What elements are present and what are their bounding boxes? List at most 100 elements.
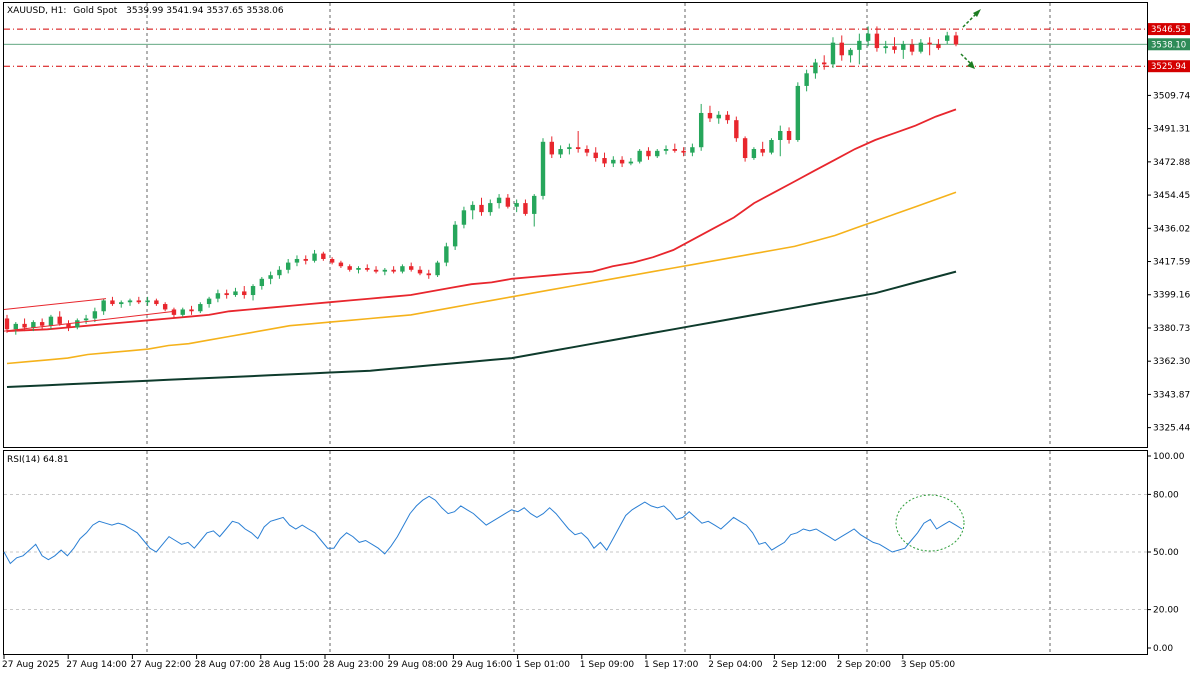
candle-body xyxy=(514,203,519,207)
x-tick-label: 28 Aug 23:00 xyxy=(323,660,384,670)
candle-body xyxy=(479,204,484,213)
candle-body xyxy=(567,147,572,150)
candle-body xyxy=(268,275,273,279)
x-tick-label: 2 Sep 04:00 xyxy=(708,660,763,670)
candle-body xyxy=(725,114,730,121)
candle-body xyxy=(4,318,10,330)
candle-body xyxy=(751,149,757,159)
rsi-label: RSI(14) 64.81 xyxy=(7,455,69,465)
candle-body xyxy=(13,323,18,330)
x-tick-label: 1 Sep 01:00 xyxy=(516,660,571,670)
candle-body xyxy=(444,246,449,263)
rsi-tick-label: 50.00 xyxy=(1153,548,1179,558)
candle-body xyxy=(769,140,774,153)
candle-body xyxy=(857,40,862,50)
candle-body xyxy=(22,323,27,328)
candle-body xyxy=(435,262,440,276)
candle-body xyxy=(215,293,221,299)
candle-body xyxy=(171,309,177,315)
candle-body xyxy=(31,322,36,328)
candle-body xyxy=(312,253,317,261)
x-tick-label: 1 Sep 17:00 xyxy=(644,660,699,670)
candle-body xyxy=(233,291,238,296)
candle-body xyxy=(373,269,379,272)
candle-body xyxy=(602,158,607,164)
candle-body xyxy=(734,120,739,139)
candle-body xyxy=(883,46,888,49)
y-tick-label: 3509.74 xyxy=(1153,91,1190,101)
y-tick-label: 3343.87 xyxy=(1153,390,1190,400)
candle-body xyxy=(250,286,256,296)
ohlc-values: 3539.99 3541.94 3537.65 3538.06 xyxy=(126,6,284,16)
candle-body xyxy=(496,197,502,204)
candle-body xyxy=(488,203,493,213)
candle-body xyxy=(347,266,352,270)
candle-body xyxy=(655,150,660,157)
symbol-label: XAUUSD, H1: xyxy=(7,6,66,16)
candle-body xyxy=(57,316,62,324)
candle-body xyxy=(365,267,370,270)
candle-body xyxy=(804,73,809,86)
candle-body xyxy=(953,35,959,45)
candle-body xyxy=(532,195,537,214)
candle-body xyxy=(39,322,45,326)
x-tick-label: 3 Sep 05:00 xyxy=(901,660,956,670)
candle-body xyxy=(742,138,748,159)
candle-body xyxy=(198,304,203,312)
x-tick-label: 27 Aug 22:00 xyxy=(130,660,191,670)
candle-body xyxy=(821,62,827,65)
y-tick-label: 3436.02 xyxy=(1153,224,1190,234)
candle-body xyxy=(927,42,932,45)
x-tick-label: 28 Aug 15:00 xyxy=(259,660,320,670)
candle-body xyxy=(760,149,765,153)
chart-canvas: 3509.74 3491.31 3472.88 3454.45 3436.02 3417.… xyxy=(0,0,1200,675)
price-tag-label: 3525.94 xyxy=(1151,62,1186,72)
candle-body xyxy=(119,302,124,305)
y-tick-label: 3325.44 xyxy=(1153,424,1190,434)
candle-body xyxy=(698,112,704,148)
candle-body xyxy=(690,147,695,153)
candle-body xyxy=(663,149,669,151)
candle-body xyxy=(786,130,792,141)
candle-body xyxy=(259,278,265,287)
candle-body xyxy=(329,258,335,263)
candle-body xyxy=(865,33,871,41)
candle-body xyxy=(813,62,818,74)
candle-body xyxy=(575,147,581,150)
candle-body xyxy=(162,304,168,310)
candle-body xyxy=(101,300,106,312)
candle-body xyxy=(136,300,142,303)
candle-body xyxy=(83,318,89,321)
y-tick-label: 3362.30 xyxy=(1153,357,1190,367)
rsi-tick-label: 0.00 xyxy=(1153,644,1173,654)
candle-body xyxy=(66,323,71,328)
candle-body xyxy=(830,42,836,65)
candle-body xyxy=(593,152,598,159)
candle-body xyxy=(356,267,361,270)
candle-body xyxy=(110,300,115,305)
candle-body xyxy=(918,42,924,52)
candle-body xyxy=(637,150,642,162)
candle-body xyxy=(901,44,906,50)
y-tick-label: 3399.16 xyxy=(1153,291,1190,301)
price-tag-label: 3546.53 xyxy=(1151,25,1186,35)
candle-body xyxy=(646,150,651,157)
candle-body xyxy=(470,204,475,211)
y-tick-label: 3472.88 xyxy=(1153,158,1190,168)
candle-body xyxy=(426,273,431,276)
candle-body xyxy=(417,269,423,274)
candle-body xyxy=(224,293,229,296)
candle-body xyxy=(672,149,678,151)
candle-body xyxy=(400,266,405,272)
candle-body xyxy=(452,224,458,247)
y-tick-label: 3491.31 xyxy=(1153,125,1190,135)
x-tick-label: 29 Aug 08:00 xyxy=(387,660,448,670)
candle-body xyxy=(461,210,467,225)
candle-body xyxy=(681,150,686,153)
candle-body xyxy=(549,141,554,155)
candle-body xyxy=(707,112,713,119)
candle-body xyxy=(285,262,291,270)
x-tick-label: 28 Aug 07:00 xyxy=(195,660,256,670)
candle-body xyxy=(92,311,98,319)
candle-body xyxy=(505,197,511,207)
